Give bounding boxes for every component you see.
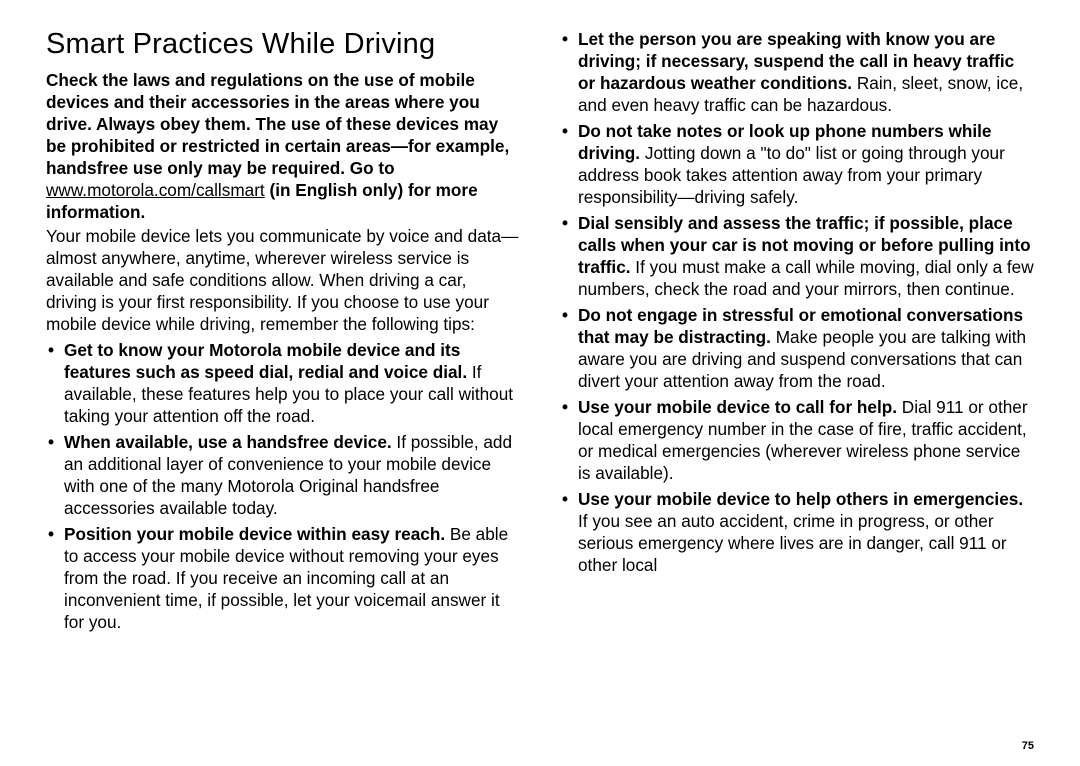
page-number: 75 (1022, 740, 1034, 752)
intro-link[interactable]: www.motorola.com/callsmart (46, 180, 265, 200)
list-item: When available, use a handsfree device. … (46, 431, 520, 519)
bullet-rest: If you see an auto accident, crime in pr… (578, 511, 1007, 575)
bullet-rest: Jotting down a "to do" list or going thr… (578, 143, 1005, 207)
list-item: Dial sensibly and assess the traffic; if… (560, 212, 1034, 300)
list-item: Do not engage in stressful or emotional … (560, 304, 1034, 392)
left-column: Smart Practices While Driving Check the … (46, 28, 520, 637)
document-page: Smart Practices While Driving Check the … (0, 0, 1080, 766)
intro-paragraph: Check the laws and regulations on the us… (46, 69, 520, 223)
intro-bold-pre: Check the laws and regulations on the us… (46, 70, 509, 178)
left-bullet-list: Get to know your Motorola mobile device … (46, 339, 520, 633)
body-paragraph: Your mobile device lets you communicate … (46, 225, 520, 335)
bullet-bold: When available, use a handsfree device. (64, 432, 392, 452)
list-item: Use your mobile device to call for help.… (560, 396, 1034, 484)
list-item: Let the person you are speaking with kno… (560, 28, 1034, 116)
list-item: Do not take notes or look up phone numbe… (560, 120, 1034, 208)
bullet-rest: If you must make a call while moving, di… (578, 257, 1034, 299)
list-item: Use your mobile device to help others in… (560, 488, 1034, 576)
list-item: Get to know your Motorola mobile device … (46, 339, 520, 427)
bullet-bold: Use your mobile device to call for help. (578, 397, 897, 417)
bullet-bold: Use your mobile device to help others in… (578, 489, 1023, 509)
two-column-layout: Smart Practices While Driving Check the … (46, 28, 1034, 637)
bullet-bold: Position your mobile device within easy … (64, 524, 445, 544)
right-column: Let the person you are speaking with kno… (560, 28, 1034, 637)
page-heading: Smart Practices While Driving (46, 28, 520, 61)
right-bullet-list: Let the person you are speaking with kno… (560, 28, 1034, 576)
list-item: Position your mobile device within easy … (46, 523, 520, 633)
bullet-bold: Get to know your Motorola mobile device … (64, 340, 467, 382)
